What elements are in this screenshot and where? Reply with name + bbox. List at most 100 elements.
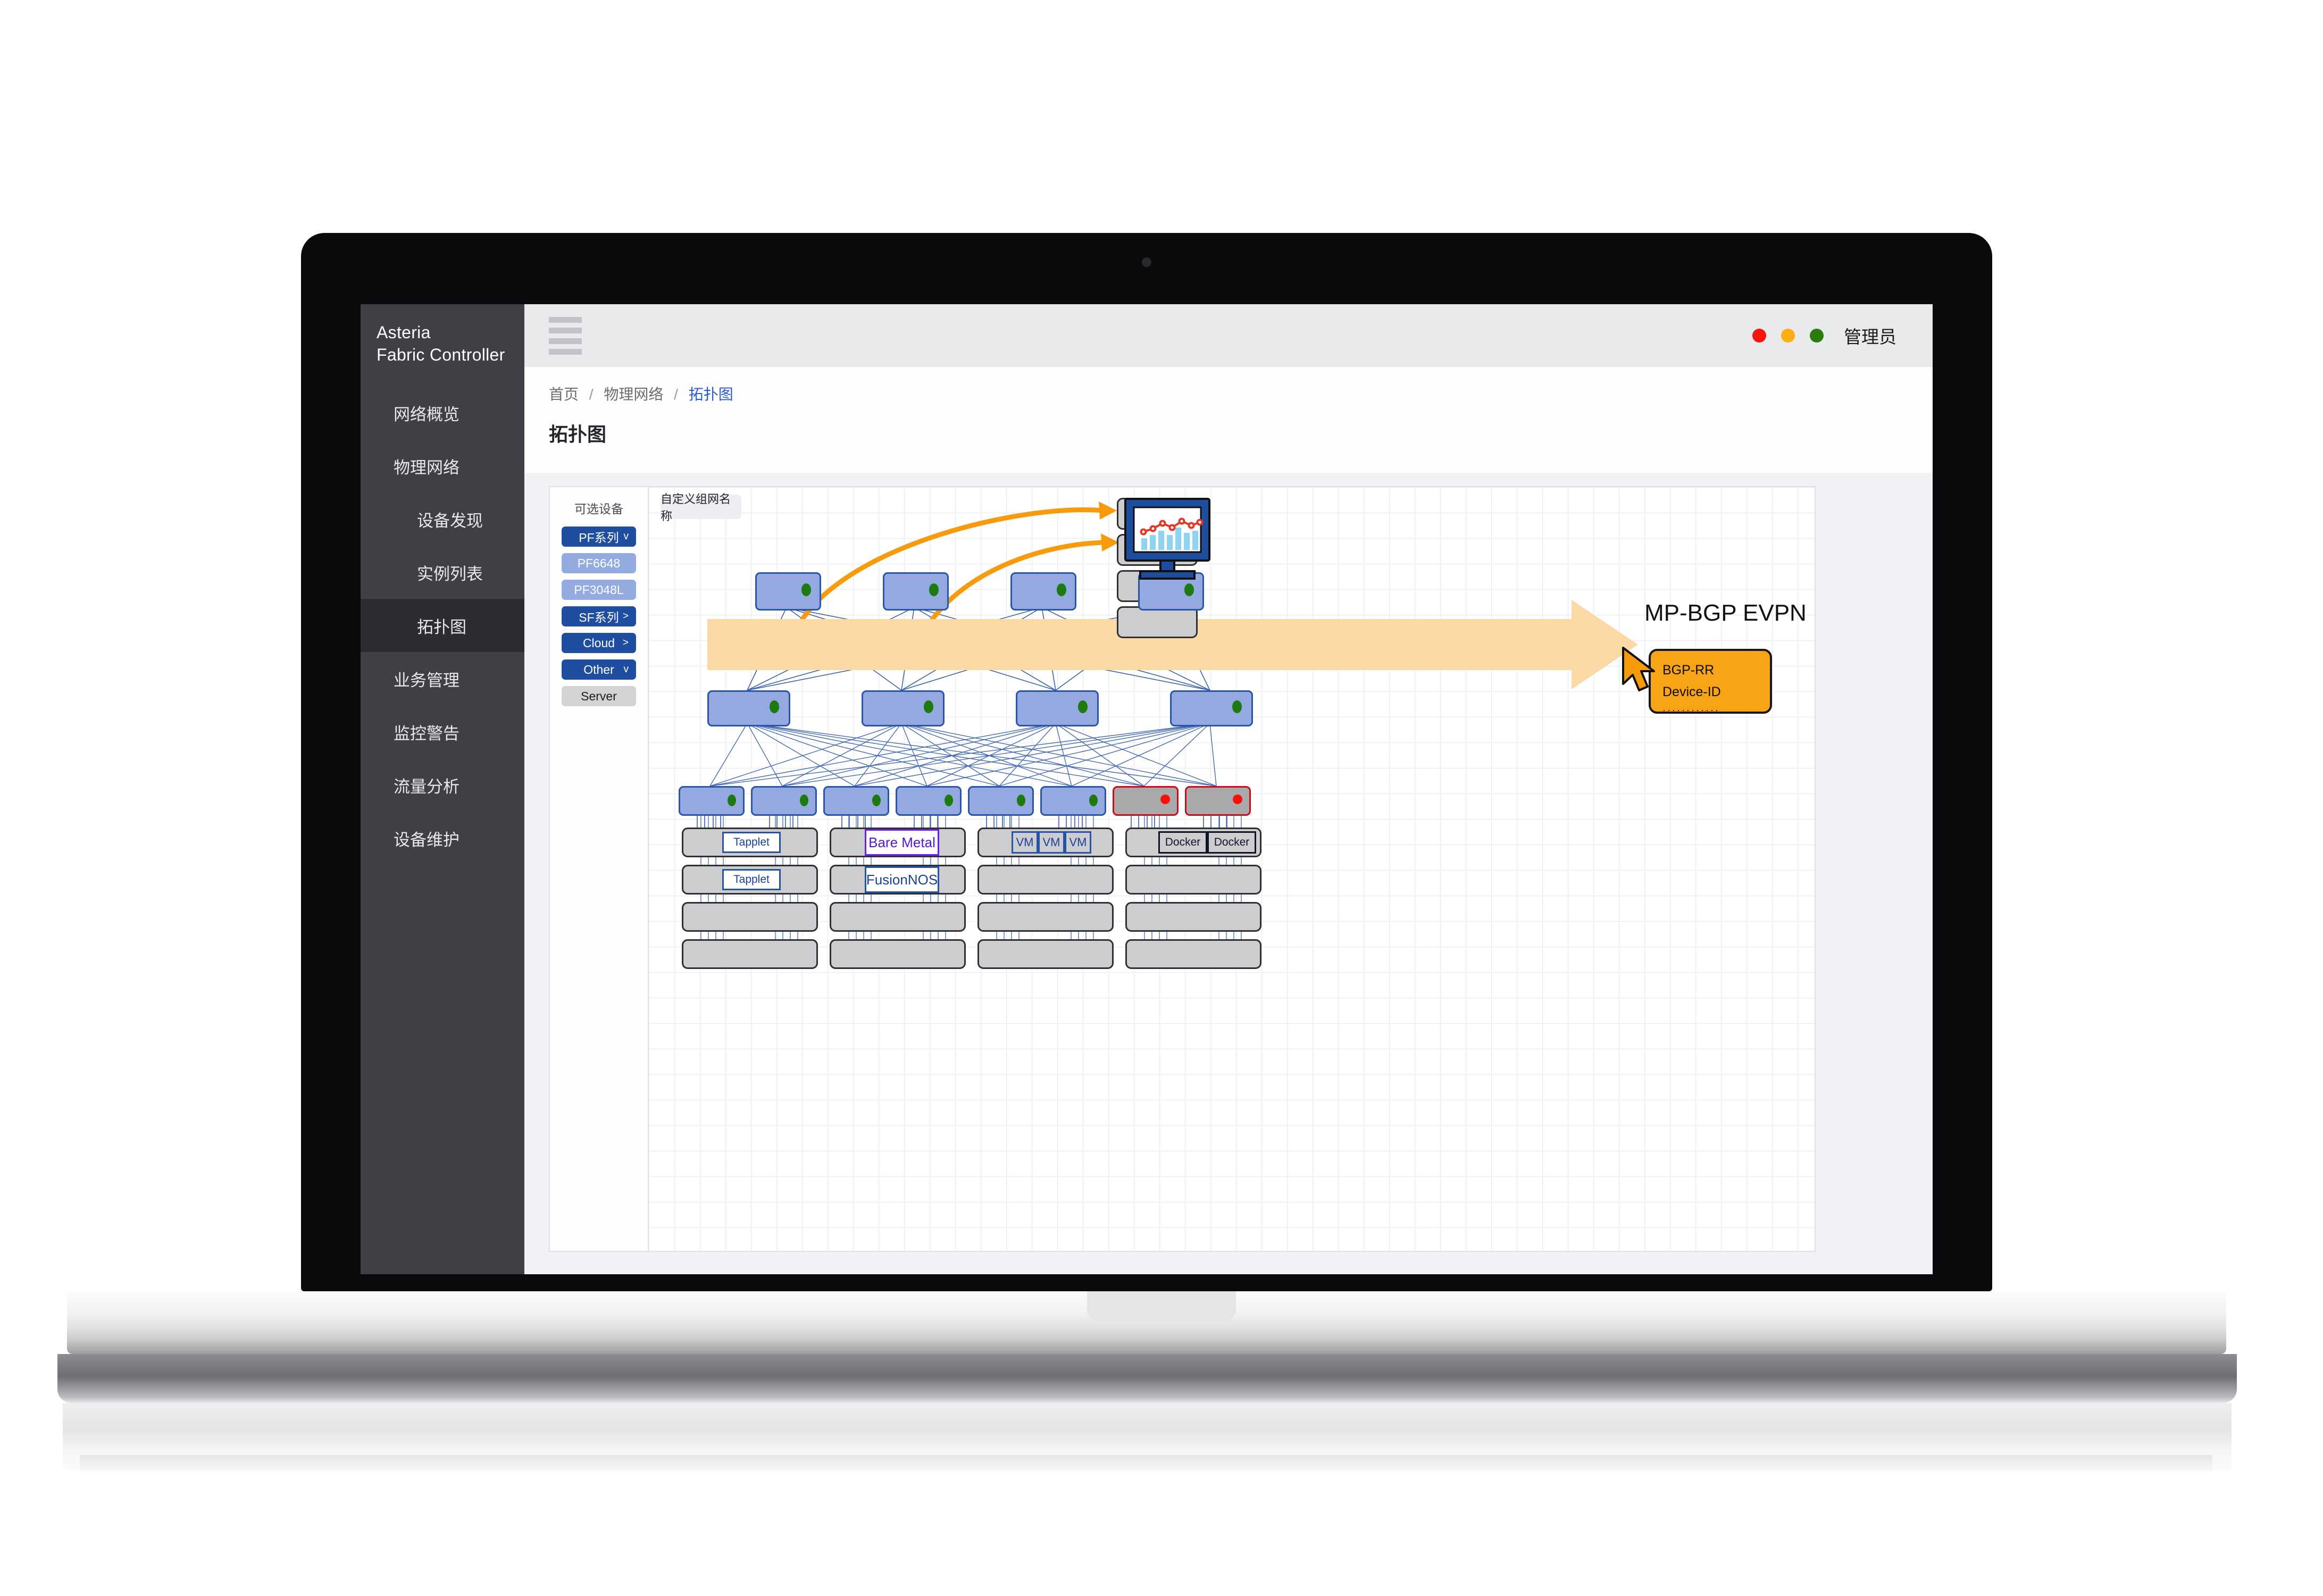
- laptop-shadow: [80, 1455, 2212, 1473]
- status-led-icon: [945, 795, 953, 807]
- spine-switch-3[interactable]: [1010, 572, 1076, 611]
- server-rack[interactable]: [977, 939, 1114, 970]
- sidebar-nav: 网络概览 物理网络 设备发现 实例列表 拓扑图 业务管理 监控警告 流量分析 设…: [361, 386, 524, 865]
- leaf-switch-3[interactable]: [823, 786, 889, 816]
- workload-chip-tapplet[interactable]: Tapplet: [722, 832, 781, 854]
- palette-item-label: PF系列: [579, 531, 619, 545]
- work-area: 可选设备 PF系列 v PF6648 PF3048L SF系列 > Cloud …: [524, 473, 1933, 1274]
- hamburger-bar: [549, 316, 582, 323]
- server-rack[interactable]: [682, 939, 818, 970]
- page-title: 拓扑图: [549, 423, 607, 445]
- palette-item-pf3048l[interactable]: PF3048L: [562, 580, 636, 600]
- palette-title: 可选设备: [574, 502, 623, 516]
- monitor-rack: [1117, 606, 1198, 639]
- workload-chip-label: Bare Metal: [868, 834, 935, 850]
- border-leaf-switch-3[interactable]: [1016, 690, 1099, 727]
- server-rack[interactable]: [1125, 939, 1261, 970]
- palette-item-pf6648[interactable]: PF6648: [562, 553, 636, 574]
- breadcrumb-current: 拓扑图: [688, 386, 733, 403]
- sidebar-item-monitoring-alerts[interactable]: 监控警告: [361, 705, 524, 758]
- status-dot-red-icon[interactable]: [1752, 329, 1766, 342]
- sidebar-item-physical-network[interactable]: 物理网络: [361, 439, 524, 492]
- workload-chip-tapplet[interactable]: Tapplet: [722, 869, 781, 891]
- brand-line-1: Asteria: [377, 323, 431, 342]
- spine-switch-1[interactable]: [755, 572, 821, 611]
- status-dot-green-icon[interactable]: [1810, 329, 1824, 342]
- server-rack[interactable]: [977, 865, 1114, 895]
- topology-board: 可选设备 PF系列 v PF6648 PF3048L SF系列 > Cloud …: [549, 486, 1816, 1252]
- user-name-label[interactable]: 管理员: [1844, 323, 1896, 348]
- status-led-icon: [1232, 700, 1242, 714]
- palette-item-server[interactable]: Server: [562, 686, 636, 707]
- chevron-down-icon: v: [623, 531, 629, 542]
- laptop-notch: [1087, 1291, 1236, 1321]
- palette-item-cloud[interactable]: Cloud >: [562, 633, 636, 654]
- sidebar-item-label: 物理网络: [394, 458, 459, 477]
- status-led-icon: [1160, 795, 1170, 805]
- breadcrumb-parent[interactable]: 物理网络: [604, 386, 663, 403]
- sidebar-item-label: 拓扑图: [417, 617, 466, 637]
- sidebar-item-label: 业务管理: [394, 671, 459, 690]
- workload-chip-label: FusionNOS: [866, 871, 938, 888]
- status-led-icon: [800, 795, 808, 807]
- sidebar-item-service-management[interactable]: 业务管理: [361, 652, 524, 705]
- workload-chip-docker[interactable]: Docker: [1207, 831, 1256, 854]
- palette-item-label: PF6648: [577, 556, 621, 570]
- leaf-switch-4[interactable]: [896, 786, 962, 816]
- border-leaf-switch-4[interactable]: [1170, 690, 1253, 727]
- topology-canvas[interactable]: 自定义组网名称 MP-BGP EVPN Tapplet Tapplet Bare…: [649, 487, 1815, 1251]
- sidebar-item-topology[interactable]: 拓扑图: [361, 599, 524, 653]
- leaf-switch-6[interactable]: [1040, 786, 1106, 816]
- hamburger-icon[interactable]: [549, 316, 582, 355]
- server-rack[interactable]: [830, 902, 966, 932]
- workload-chip-label: Tapplet: [733, 836, 770, 849]
- application-window: Asteria Fabric Controller 网络概览 物理网络 设备发现…: [361, 304, 1933, 1274]
- workload-chip-vm[interactable]: VM: [1065, 831, 1091, 854]
- sidebar-item-network-overview[interactable]: 网络概览: [361, 386, 524, 439]
- palette-item-sf-series[interactable]: SF系列 >: [562, 606, 636, 627]
- hamburger-bar: [549, 327, 582, 333]
- status-led-icon: [801, 583, 811, 597]
- status-led-icon: [1017, 795, 1025, 807]
- border-leaf-switch-2[interactable]: [862, 690, 945, 727]
- webcam-icon: [1142, 257, 1151, 267]
- server-rack[interactable]: [1125, 902, 1261, 932]
- workload-chip-fusionnos[interactable]: FusionNOS: [865, 866, 939, 893]
- analytics-monitor-icon[interactable]: [1122, 497, 1213, 588]
- user-status-area: 管理员: [1752, 323, 1896, 348]
- workload-chip-vm[interactable]: VM: [1038, 831, 1065, 854]
- server-rack[interactable]: [830, 939, 966, 970]
- border-leaf-switch-1[interactable]: [707, 690, 790, 727]
- sidebar-item-instance-list[interactable]: 实例列表: [361, 546, 524, 599]
- palette-item-label: SF系列: [579, 611, 619, 625]
- spine-switch-2[interactable]: [883, 572, 949, 611]
- leaf-switch-8[interactable]: [1185, 786, 1251, 816]
- workload-chip-vm[interactable]: VM: [1012, 831, 1038, 854]
- leaf-switch-1[interactable]: [679, 786, 745, 816]
- status-dot-yellow-icon[interactable]: [1781, 329, 1795, 342]
- server-rack[interactable]: [1125, 865, 1261, 895]
- laptop-bezel: [301, 233, 1992, 304]
- sidebar-item-label: 设备发现: [417, 511, 483, 530]
- sidebar-item-label: 实例列表: [417, 564, 483, 583]
- leaf-switch-2[interactable]: [751, 786, 817, 816]
- sidebar-item-traffic-analysis[interactable]: 流量分析: [361, 758, 524, 812]
- palette-item-pf-series[interactable]: PF系列 v: [562, 527, 636, 547]
- server-rack[interactable]: [977, 902, 1114, 932]
- tooltip-line-1: BGP-RR: [1662, 663, 1715, 678]
- tooltip-line-3: ············: [1662, 705, 1720, 716]
- status-led-icon: [770, 700, 779, 714]
- workload-chip-bare-metal[interactable]: Bare Metal: [865, 829, 939, 856]
- sidebar-item-device-discovery[interactable]: 设备发现: [361, 492, 524, 546]
- workload-chip-docker[interactable]: Docker: [1158, 831, 1207, 854]
- palette-item-other[interactable]: Other v: [562, 659, 636, 680]
- leaf-switch-7[interactable]: [1113, 786, 1179, 816]
- palette-item-label: Server: [581, 689, 617, 703]
- topology-name-tab[interactable]: 自定义组网名称: [661, 492, 741, 523]
- status-led-icon: [728, 795, 736, 807]
- topbar: 管理员: [524, 304, 1933, 367]
- sidebar-item-device-maintenance[interactable]: 设备维护: [361, 812, 524, 865]
- leaf-switch-5[interactable]: [968, 786, 1034, 816]
- server-rack[interactable]: [682, 902, 818, 932]
- breadcrumb-home[interactable]: 首页: [549, 386, 579, 403]
